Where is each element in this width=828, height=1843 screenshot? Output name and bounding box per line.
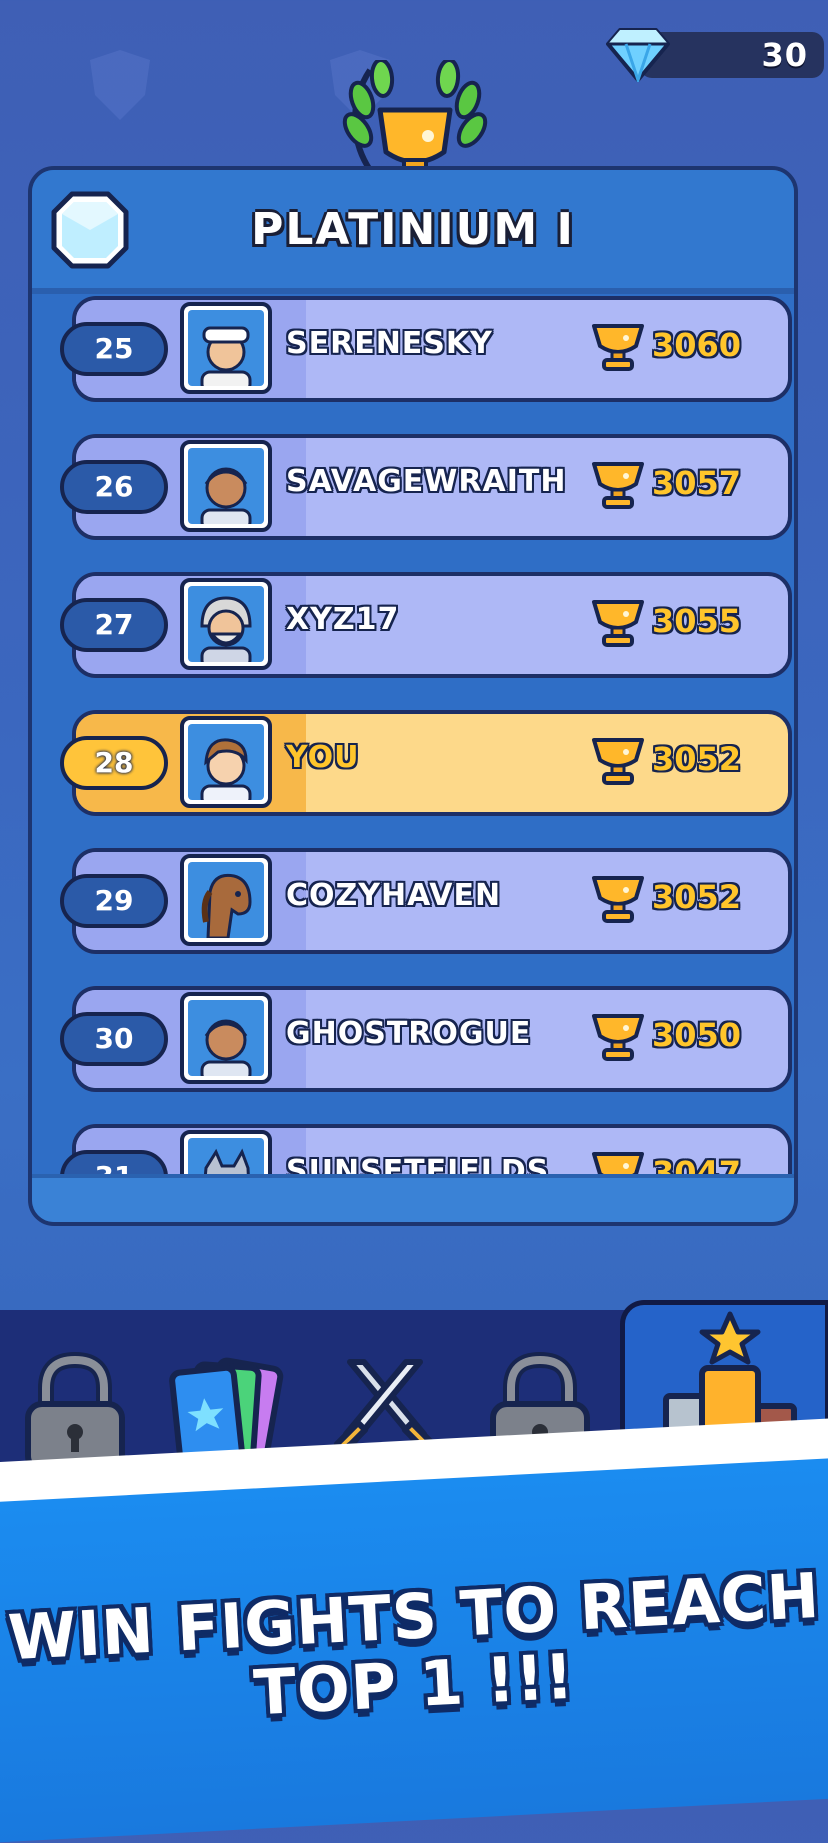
leaderboard-panel: PLATINIUM I 25 SERENESKY 3060 26 SAVAGEW…	[28, 166, 798, 1226]
player-name: YOU	[286, 740, 360, 775]
leaderboard-row[interactable]: 29 COZYHAVEN 3052	[60, 848, 792, 954]
panel-footer	[32, 1174, 794, 1222]
leaderboard-row[interactable]: 30 GHOSTROGUE 3050	[60, 986, 792, 1092]
rank-number: 26	[60, 460, 168, 514]
dark-hair-avatar	[180, 440, 272, 532]
player-name: SERENESKY	[286, 326, 493, 361]
leaderboard-row[interactable]: 26 SAVAGEWRAITH 3057	[60, 434, 792, 540]
horse-avatar	[180, 854, 272, 946]
league-title: PLATINIUM I	[251, 204, 575, 255]
leaderboard-row[interactable]: 31 SUNSETFIELDS 3047	[60, 1124, 792, 1180]
leaderboard-row[interactable]: 25 SERENESKY 3060	[60, 296, 792, 402]
trophy-score: 3057	[652, 464, 742, 502]
player-name: XYZ17	[286, 602, 400, 637]
trophy-score: 3060	[652, 326, 742, 364]
trophy-icon	[592, 738, 644, 785]
old-man-avatar	[180, 578, 272, 670]
league-header: PLATINIUM I	[32, 170, 794, 294]
trophy-icon	[592, 1014, 644, 1061]
trophy-score: 3050	[652, 1016, 742, 1054]
player-name: SAVAGEWRAITH	[286, 464, 567, 499]
gem-count: 30	[761, 36, 808, 74]
trophy-score: 3052	[652, 878, 742, 916]
trophy-icon	[592, 324, 644, 371]
rank-number: 30	[60, 1012, 168, 1066]
wolf-avatar	[180, 1130, 272, 1180]
rank-number: 27	[60, 598, 168, 652]
trophy-icon	[592, 876, 644, 923]
player-avatar	[180, 716, 272, 808]
trophy-score: 3055	[652, 602, 742, 640]
background-shield-icon	[90, 50, 150, 120]
leaderboard-row-you[interactable]: 28 YOU 3052	[60, 710, 792, 816]
trophy-icon	[592, 600, 644, 647]
player-name: COZYHAVEN	[286, 878, 502, 913]
rank-number: 29	[60, 874, 168, 928]
leaderboard-list[interactable]: 25 SERENESKY 3060 26 SAVAGEWRAITH 3057 2…	[32, 290, 794, 1180]
dark-hair-avatar	[180, 992, 272, 1084]
player-name: GHOSTROGUE	[286, 1016, 532, 1051]
diamond-icon	[606, 28, 670, 82]
rank-number: 25	[60, 322, 168, 376]
leaderboard-row[interactable]: 27 XYZ17 3055	[60, 572, 792, 678]
trophy-icon	[592, 462, 644, 509]
rank-number: 28	[60, 736, 168, 790]
sailor-avatar	[180, 302, 272, 394]
trophy-score: 3052	[652, 740, 742, 778]
